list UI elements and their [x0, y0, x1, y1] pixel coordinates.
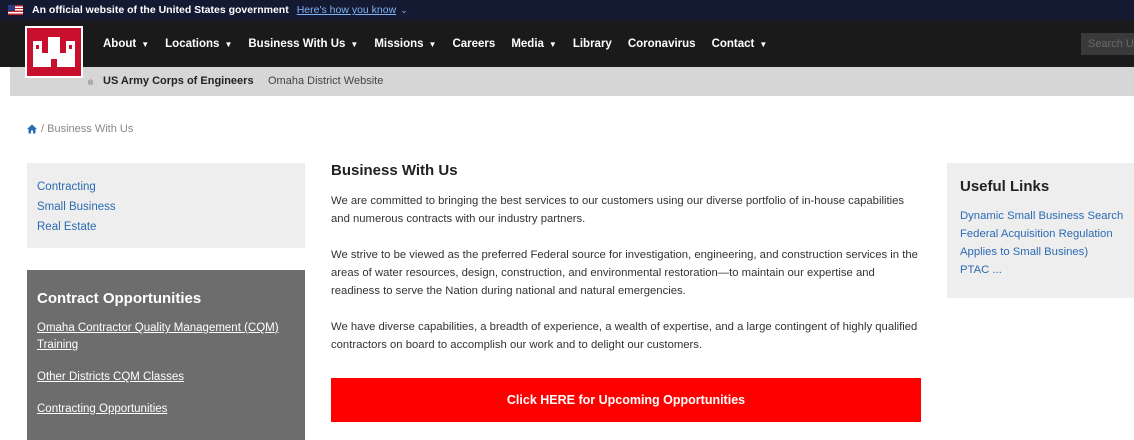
- nav-item-coronavirus[interactable]: Coronavirus: [628, 38, 696, 50]
- caret-down-icon: ▼: [428, 39, 437, 49]
- useful-link-dsbs[interactable]: Dynamic Small Business Search: [960, 207, 1123, 225]
- useful-link-far[interactable]: Federal Acquisition Regulation: [960, 225, 1121, 243]
- registered-mark: ®: [88, 80, 94, 87]
- nav-item-business-with-us[interactable]: Business With Us ▼: [248, 38, 358, 50]
- main-paragraph-1: We are committed to bringing the best se…: [331, 195, 905, 225]
- useful-links-title: Useful Links: [960, 178, 1050, 195]
- site-identity-bar: ® US Army Corps of Engineers Omaha Distr…: [10, 67, 1134, 96]
- nav-items: About ▼ Locations ▼ Business With Us ▼ Miss…: [103, 20, 783, 67]
- sidebar-links: Contracting Small Business Real Estate: [27, 163, 305, 248]
- main-paragraph-3: We have diverse capabilities, a breadth …: [331, 321, 918, 351]
- caret-down-icon: ▼: [548, 39, 557, 49]
- contract-opportunities-title: Contract Opportunities: [37, 290, 202, 307]
- nav-item-media[interactable]: Media ▼: [511, 38, 557, 50]
- caret-down-icon: ▼: [759, 39, 768, 49]
- breadcrumb-separator: /: [41, 123, 45, 135]
- home-icon[interactable]: [27, 124, 37, 134]
- nav-item-missions[interactable]: Missions ▼: [374, 38, 436, 50]
- search-input[interactable]: Search U: [1081, 33, 1134, 55]
- nav-item-about[interactable]: About ▼: [103, 38, 149, 50]
- contract-opportunities-box: Contract Opportunities Omaha Contractor …: [27, 270, 305, 440]
- chevron-down-icon[interactable]: ⌄: [400, 5, 408, 16]
- nav-item-locations[interactable]: Locations ▼: [165, 38, 232, 50]
- breadcrumb: / Business With Us: [27, 123, 133, 135]
- main-paragraph-2: We strive to be viewed as the preferred …: [331, 249, 918, 297]
- us-flag-icon: [8, 5, 23, 15]
- gov-banner-text: An official website of the United States…: [32, 4, 289, 16]
- sidebar-link-contracting[interactable]: Contracting: [37, 177, 295, 197]
- useful-links-box: Useful Links Dynamic Small Business Sear…: [947, 163, 1134, 298]
- usace-castle-logo[interactable]: [25, 26, 83, 78]
- gov-banner-link[interactable]: Here's how you know: [297, 4, 396, 16]
- caret-down-icon: ▼: [224, 39, 233, 49]
- castle-icon: [33, 37, 75, 67]
- useful-link-small-business[interactable]: Applies to Small Busines): [960, 243, 1121, 261]
- site-subtitle: Omaha District Website: [268, 75, 384, 87]
- useful-link-ptac[interactable]: PTAC ...: [960, 261, 1121, 279]
- caret-down-icon: ▼: [350, 39, 359, 49]
- site-name[interactable]: US Army Corps of Engineers: [103, 75, 254, 87]
- nav-item-contact[interactable]: Contact ▼: [712, 38, 768, 50]
- page-title: Business With Us: [331, 162, 458, 179]
- breadcrumb-current: Business With Us: [47, 123, 134, 135]
- contract-link-cqm-training[interactable]: Omaha Contractor Quality Management (CQM…: [37, 320, 295, 354]
- nav-item-careers[interactable]: Careers: [452, 38, 495, 50]
- nav-item-library[interactable]: Library: [573, 38, 612, 50]
- sidebar-link-real-estate[interactable]: Real Estate: [37, 217, 295, 237]
- sidebar-link-small-business[interactable]: Small Business: [37, 197, 295, 217]
- contract-link-opportunities[interactable]: Contracting Opportunities: [37, 401, 295, 418]
- caret-down-icon: ▼: [141, 39, 150, 49]
- contract-link-cqm-classes[interactable]: Other Districts CQM Classes: [37, 369, 295, 386]
- gov-banner: An official website of the United States…: [0, 0, 1134, 20]
- upcoming-opportunities-button[interactable]: Click HERE for Upcoming Opportunities: [331, 378, 921, 422]
- main-nav: About ▼ Locations ▼ Business With Us ▼ Miss…: [0, 20, 1134, 78]
